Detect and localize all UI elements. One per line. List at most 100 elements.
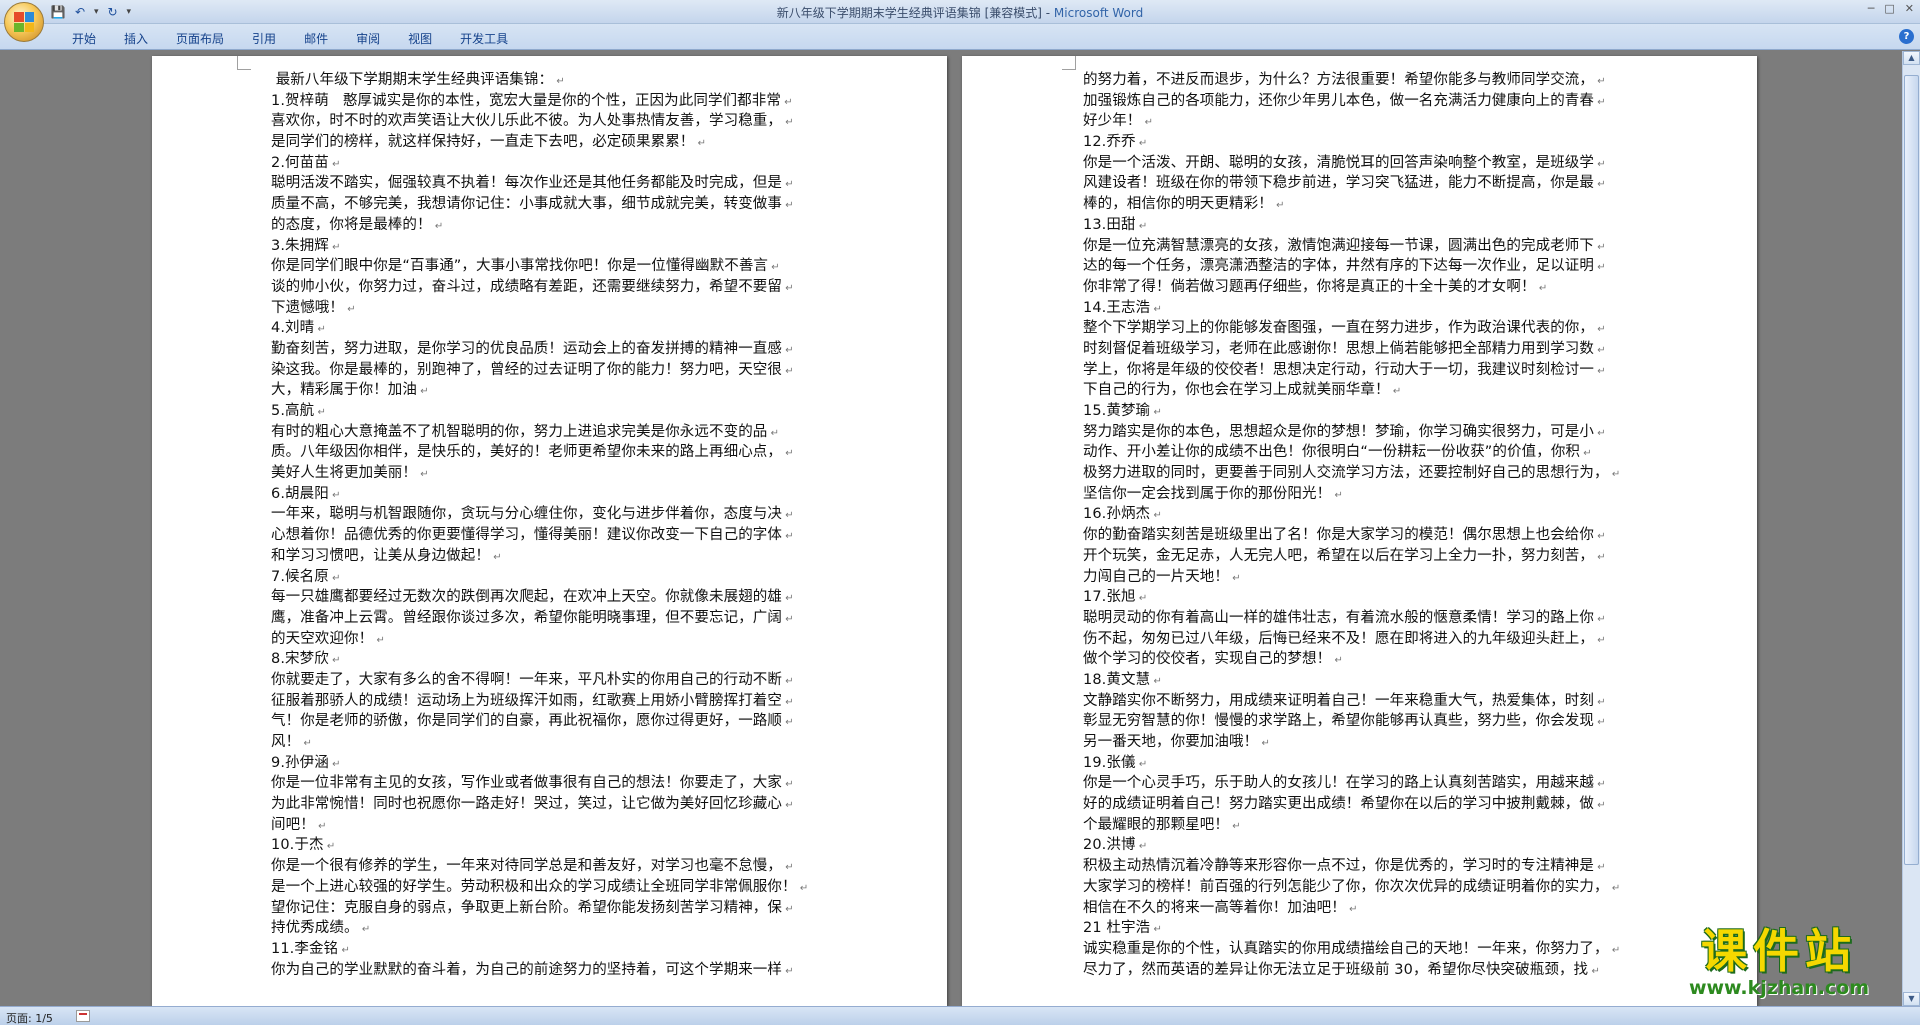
document-line: 18.黄文慧 ↵ (1083, 671, 1162, 688)
tab-references[interactable]: 引用 (238, 30, 290, 47)
office-logo-icon (14, 12, 34, 32)
document-line: 极努力进取的同时，更要善于同别人交流学习方法，还要控制好自己的思想行为， ↵ (1083, 465, 1621, 482)
tab-review[interactable]: 审阅 (342, 30, 394, 47)
app-name: Microsoft Word (1053, 6, 1144, 20)
document-line: 9.孙伊涵 ↵ (271, 754, 341, 771)
paragraph-mark-icon: ↵ (1594, 862, 1606, 874)
document-line: 美好人生将更加美丽！ ↵ (271, 465, 429, 482)
paragraph-mark-icon: ↵ (782, 200, 794, 212)
paragraph-mark-icon: ↵ (694, 138, 707, 150)
paragraph-mark-icon: ↵ (1331, 489, 1343, 501)
document-line: 棒的，相信你的明天更精彩！ ↵ (1083, 196, 1285, 213)
paragraph-mark-icon: ↵ (314, 407, 326, 418)
tab-developer[interactable]: 开发工具 (446, 30, 522, 47)
document-line: 学上，你将是年级的佼佼者！思想决定行动，行动大于一切，我建议时刻检讨一 ↵ (1083, 361, 1606, 378)
document-line: 15.黄梦瑜 ↵ (1083, 403, 1162, 419)
paragraph-mark-icon: ↵ (1331, 655, 1343, 667)
document-line: 7.候名原 ↵ (271, 568, 341, 585)
minimize-icon[interactable]: ─ (1868, 2, 1875, 15)
document-line: 文静踏实你不断努力，用成绩来证明着自己！一年来稳重大气，热爱集体，时刻 ↵ (1083, 692, 1606, 709)
document-line: 气！你是老师的骄傲，你是同学们的自豪，再此祝福你，愿你过得更好，一路顺 ↵ (271, 713, 794, 730)
paragraph-mark-icon: ↵ (1594, 800, 1606, 812)
paragraph-mark-icon: ↵ (314, 324, 326, 336)
document-line: 的努力着，不进反而退步，为什么？方法很重要！希望你能多与教师同学交流， ↵ (1083, 72, 1606, 88)
document-line: 最新八年级下学期期末学生经典评语集锦： ↵ (271, 72, 565, 88)
paragraph-mark-icon: ↵ (1389, 386, 1402, 398)
restore-icon[interactable]: □ (1884, 2, 1894, 15)
paragraph-mark-icon: ↵ (1608, 469, 1621, 481)
scrollbar-thumb[interactable] (1904, 75, 1919, 865)
paragraph-mark-icon: ↵ (417, 469, 429, 481)
vertical-scrollbar[interactable]: ▲ ▼ (1902, 51, 1920, 1006)
watermark-logo: 课件站 www.kjzhan.com (1660, 925, 1898, 999)
document-title: 新八年级下学期期末学生经典评语集锦 [兼容模式] - (776, 6, 1054, 20)
help-icon[interactable]: ? (1899, 29, 1914, 44)
paragraph-mark-icon: ↵ (1594, 76, 1606, 87)
close-icon[interactable]: ✕ (1905, 2, 1914, 15)
document-line: 有时的粗心大意掩盖不了机智聪明的你，努力上进追求完美是你永远不变的品 ↵ (271, 423, 780, 440)
paragraph-mark-icon: ↵ (328, 158, 341, 170)
document-line: 相信在不久的将来一高等着你！加油吧！ ↵ (1083, 899, 1358, 916)
document-line: 诚实稳重是你的个性，认真踏实的你用成绩描绘自己的天地！一年来，你努力了， ↵ (1083, 940, 1621, 957)
tab-insert[interactable]: 插入 (110, 30, 162, 47)
paragraph-mark-icon: ↵ (1141, 117, 1154, 129)
tab-home[interactable]: 开始 (58, 30, 110, 47)
document-line: 下遗憾哦！ ↵ (271, 299, 356, 316)
document-line: 心想着你！品德优秀的你更要懂得学习，懂得美丽！建议你改变一下自己的字体 ↵ (271, 527, 794, 544)
paragraph-mark-icon: ↵ (1135, 220, 1148, 232)
page-count[interactable]: 页面: 1/5 (6, 1010, 53, 1025)
office-button[interactable] (4, 2, 44, 42)
paragraph-mark-icon: ↵ (1594, 179, 1606, 191)
paragraph-mark-icon: ↵ (1594, 427, 1606, 439)
document-line: 你是一个很有修养的学生，一年来对待同学总是和善友好，对学习也毫不怠慢， ↵ (271, 858, 794, 875)
paragraph-mark-icon: ↵ (1594, 634, 1606, 646)
document-line: 动作、开小差让你的成绩不出色！你很明白“一份耕耘一份收获”的价值，你积 ↵ (1083, 444, 1592, 461)
paragraph-mark-icon: ↵ (782, 862, 794, 874)
document-line: 风！ ↵ (271, 734, 312, 750)
paragraph-mark-icon: ↵ (314, 820, 327, 832)
document-line: 12.乔乔 ↵ (1083, 134, 1148, 151)
paragraph-mark-icon: ↵ (1580, 448, 1592, 460)
document-line: 一年来，聪明与机智跟随你，贪玩与分心缠住你，变化与进步伴着你，态度与决 ↵ (271, 506, 794, 523)
document-line: 1.贺梓萌 憨厚诚实是你的本性，宽宏大量是你的个性，正因为此同学们都非常 ↵ (271, 92, 793, 109)
paragraph-mark-icon: ↵ (328, 655, 341, 667)
document-page-left[interactable]: 最新八年级下学期期末学生经典评语集锦： ↵ 1.贺梓萌 憨厚诚实是你的本性，宽宏大… (152, 56, 947, 1006)
tab-mailings[interactable]: 邮件 (290, 30, 342, 47)
document-line: 另一番天地，你要加油哦！ ↵ (1083, 734, 1270, 750)
paragraph-mark-icon: ↵ (300, 738, 312, 749)
document-line: 3.朱拥辉 ↵ (271, 237, 341, 254)
scroll-down-icon[interactable]: ▼ (1903, 992, 1920, 1006)
scroll-up-icon[interactable]: ▲ (1903, 51, 1920, 65)
document-line: 彰显无穷智慧的你！慢慢的求学路上，希望你能够再认真些，努力些，你会发现 ↵ (1083, 713, 1606, 730)
paragraph-mark-icon: ↵ (1594, 344, 1606, 356)
document-line: 大，精彩属于你！加油 ↵ (271, 382, 429, 399)
paragraph-mark-icon: ↵ (323, 841, 336, 853)
paragraph-mark-icon: ↵ (782, 717, 794, 729)
paragraph-mark-icon: ↵ (1594, 696, 1606, 708)
paragraph-mark-icon: ↵ (1135, 138, 1148, 150)
margin-corner-mark (237, 56, 251, 70)
document-page-right[interactable]: 的努力着，不进反而退步，为什么？方法很重要！希望你能多与教师同学交流， ↵ 加强锻… (962, 56, 1757, 1006)
document-line: 8.宋梦欣 ↵ (271, 651, 341, 668)
tab-view[interactable]: 视图 (394, 30, 446, 47)
paragraph-mark-icon: ↵ (782, 344, 794, 356)
paragraph-mark-icon: ↵ (1535, 282, 1548, 294)
paragraph-mark-icon: ↵ (344, 303, 356, 315)
paragraph-mark-icon: ↵ (373, 634, 385, 646)
document-line: 质。八年级因你相伴，是快乐的，美好的！老师更希望你未来的路上再细心点， ↵ (271, 444, 794, 461)
watermark-title: 课件站 (1701, 924, 1857, 978)
paragraph-mark-icon: ↵ (780, 96, 793, 108)
paragraph-mark-icon: ↵ (1594, 158, 1606, 170)
paragraph-mark-icon: ↵ (1594, 779, 1606, 791)
document-line: 每一只雄鹰都要经过无数次的跌倒再次爬起，在欢冲上天空。你就像未展翅的雄 ↵ (271, 589, 794, 606)
document-line: 你非常了得！倘若做习题再仔细些，你将是真正的十全十美的才女啊！ ↵ (1083, 278, 1548, 295)
proofing-status-icon[interactable] (76, 1010, 90, 1022)
paragraph-mark-icon: ↵ (796, 882, 809, 894)
document-line: 下自己的行为，你也会在学习上成就美丽华章！ ↵ (1083, 382, 1402, 399)
document-line: 的态度，你将是最棒的！ ↵ (271, 216, 444, 233)
document-line: 时刻督促着班级学习，老师在此感谢你！思想上倘若能够把全部精力用到学习数 ↵ (1083, 340, 1606, 357)
document-line: 是一个上进心较强的好学生。劳动积极和出众的学习成绩让全班同学非常佩服你！ ↵ (271, 878, 809, 895)
tab-page-layout[interactable]: 页面布局 (162, 30, 238, 47)
paragraph-mark-icon: ↵ (1594, 262, 1606, 274)
paragraph-mark-icon: ↵ (338, 944, 350, 956)
